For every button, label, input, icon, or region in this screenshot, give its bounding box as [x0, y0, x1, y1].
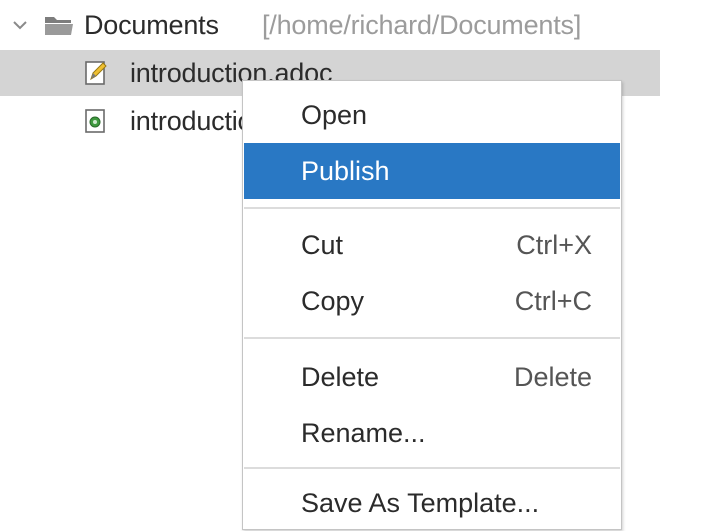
menu-item-label: Copy — [301, 285, 365, 316]
menu-separator — [244, 467, 620, 469]
edit-document-icon — [85, 61, 107, 85]
menu-item-publish[interactable]: Publish — [244, 143, 620, 199]
tree-folder-documents[interactable]: Documents [/home/richard/Documents] — [0, 2, 707, 48]
menu-item-copy[interactable]: Copy Ctrl+C — [244, 273, 620, 329]
menu-item-label: Publish — [301, 155, 390, 186]
menu-item-label: Open — [301, 99, 368, 130]
folder-icon — [45, 17, 73, 35]
menu-item-shortcut: Delete — [513, 361, 592, 392]
menu-item-label: Save As Template... — [301, 487, 540, 518]
chevron-down-icon[interactable] — [10, 15, 30, 35]
menu-item-shortcut: Ctrl+C — [514, 285, 592, 316]
menu-item-rename[interactable]: Rename... — [244, 405, 620, 461]
menu-item-label: Cut — [301, 229, 344, 260]
menu-item-shortcut: Ctrl+X — [516, 229, 592, 260]
html-document-icon — [85, 109, 105, 133]
context-menu: Open Publish Cut Ctrl+X Copy Ctrl+C Dele… — [242, 80, 622, 530]
menu-item-label: Delete — [301, 361, 380, 392]
menu-item-cut[interactable]: Cut Ctrl+X — [244, 217, 620, 273]
menu-separator — [244, 337, 620, 339]
menu-item-save-as-template[interactable]: Save As Template... — [244, 475, 620, 531]
menu-separator — [244, 207, 620, 209]
menu-item-open[interactable]: Open — [244, 87, 620, 143]
folder-name: Documents — [84, 9, 219, 40]
menu-item-delete[interactable]: Delete Delete — [244, 349, 620, 405]
menu-item-label: Rename... — [301, 417, 426, 448]
folder-path: [/home/richard/Documents] — [262, 9, 582, 40]
